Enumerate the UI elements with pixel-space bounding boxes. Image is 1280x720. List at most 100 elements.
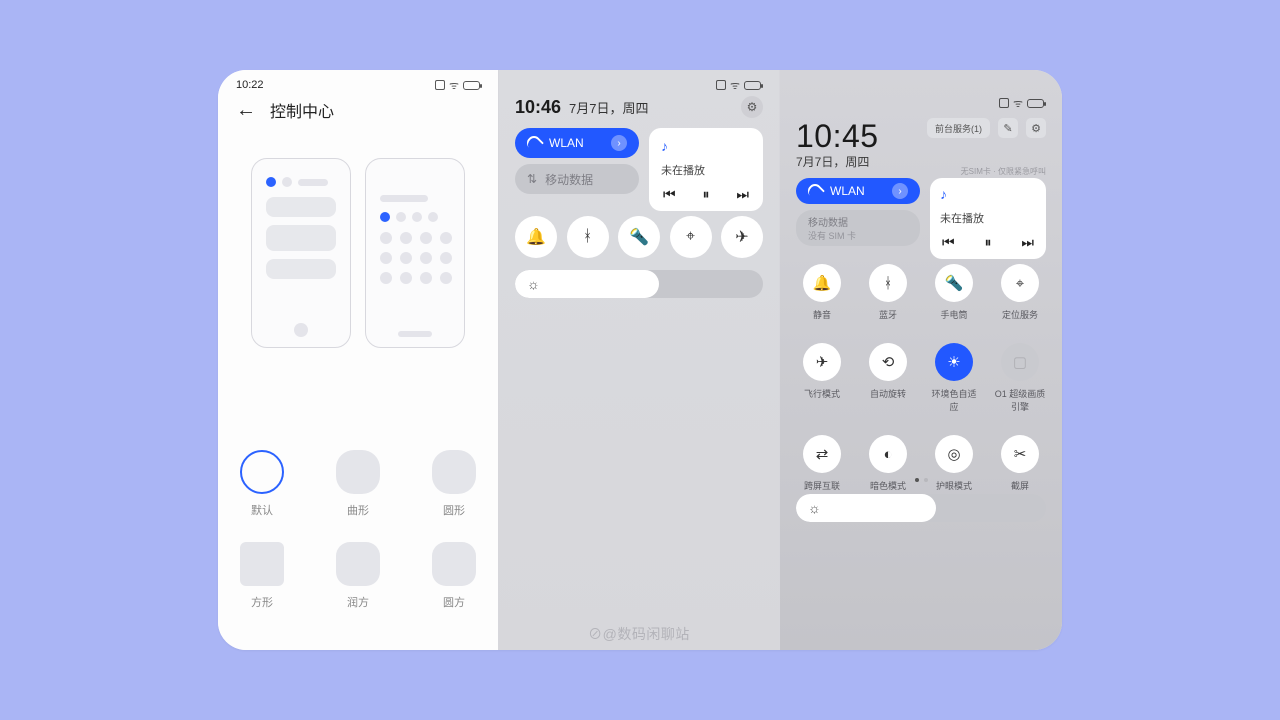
- toggle-icon: ✈: [803, 343, 841, 381]
- toggle-label: 静音: [813, 308, 831, 321]
- cc-time: 10:45: [796, 118, 879, 155]
- toggle-row: 🔔 ᚼ 🔦 ⌖ ✈: [515, 216, 763, 258]
- edit-icon[interactable]: ✎: [998, 118, 1018, 138]
- status-bar: ᯤ: [780, 94, 1062, 112]
- toggle-label: O1 超级画质引擎: [994, 387, 1046, 413]
- toggle-grid: 🔔 静音 ᚼ 蓝牙 🔦 手电筒 ⌖ 定位服务 ✈ 飞行模式 ⟲ 自动旋转 ☀ 环境色自适应 ▢ O1 超级画质…: [796, 264, 1046, 492]
- status-bar: ᯤ: [499, 76, 779, 94]
- toggle-label: 蓝牙: [879, 308, 897, 321]
- wifi-icon: [527, 136, 541, 150]
- prev-track-icon[interactable]: ⏮: [663, 186, 676, 203]
- toggle-item[interactable]: 🔦 手电筒: [928, 264, 980, 321]
- toggle-icon: 🔔: [803, 264, 841, 302]
- wlan-toggle[interactable]: WLAN ›: [796, 178, 920, 204]
- toggle-icon: ☀: [935, 343, 973, 381]
- toggle-item[interactable]: ✂截屏: [994, 435, 1046, 492]
- shape-option-circle[interactable]: 圆形: [419, 450, 489, 518]
- cc-time: 10:46: [515, 97, 561, 118]
- wifi-icon: ᯤ: [449, 78, 459, 93]
- shape-option-default[interactable]: 默认: [227, 450, 297, 518]
- screenshot-card: 10:22 ᯤ ← 控制中心: [218, 70, 1062, 650]
- toggle-icon: 🔦: [935, 264, 973, 302]
- toggle-airplane[interactable]: ✈: [721, 216, 763, 258]
- toggle-item[interactable]: ⌖ 定位服务: [994, 264, 1046, 321]
- quick-settings-row: WLAN › 移动数据 没有 SIM 卡 ♪ 未在播放 ⏮ ⏸ ⏭: [796, 178, 1046, 259]
- brightness-slider[interactable]: ☼: [796, 494, 1046, 522]
- toggle-label: 手电筒: [940, 308, 967, 321]
- pause-icon[interactable]: ⏸: [985, 234, 992, 251]
- music-icon: ♪: [940, 186, 1036, 202]
- toggle-item[interactable]: ᚼ 蓝牙: [862, 264, 914, 321]
- settings-icon[interactable]: ⚙: [741, 96, 763, 118]
- cc-date: 7月7日，周四: [569, 98, 648, 117]
- shape-option-squircle[interactable]: 圆方: [419, 542, 489, 610]
- toggle-icon: ⌖: [1001, 264, 1039, 302]
- panel-control-center-settings: 10:22 ᯤ ← 控制中心: [218, 70, 498, 650]
- toggle-icon: ⟲: [869, 343, 907, 381]
- shape-option-curve[interactable]: 曲形: [323, 450, 393, 518]
- toggle-item[interactable]: 🔔 静音: [796, 264, 848, 321]
- toggle-item[interactable]: ✈ 飞行模式: [796, 343, 848, 413]
- wifi-icon: ᯤ: [730, 78, 740, 93]
- prev-track-icon[interactable]: ⏮: [942, 234, 955, 251]
- foreground-chip[interactable]: 前台服务(1): [927, 118, 990, 138]
- sim-status: 无SIM卡 · 仅限紧急呼叫: [961, 166, 1046, 177]
- back-icon[interactable]: ←: [236, 100, 256, 120]
- nfc-icon: [435, 80, 445, 90]
- media-status: 未在播放: [940, 210, 1036, 226]
- next-track-icon[interactable]: ⏭: [736, 186, 749, 203]
- media-card[interactable]: ♪ 未在播放 ⏮ ⏸ ⏭: [649, 128, 763, 211]
- battery-icon: [1027, 99, 1044, 108]
- status-bar: 10:22 ᯤ: [218, 76, 498, 94]
- settings-icon[interactable]: ⚙: [1026, 118, 1046, 138]
- toggle-silent[interactable]: 🔔: [515, 216, 557, 258]
- media-status: 未在播放: [661, 162, 751, 178]
- cc-header: 10:45 7月7日，周四 前台服务(1) ✎ ⚙: [796, 118, 1046, 170]
- battery-icon: [463, 81, 480, 90]
- toggle-icon: ᚼ: [869, 264, 907, 302]
- toggle-item[interactable]: ⟲ 自动旋转: [862, 343, 914, 413]
- toggle-icon: ✂: [1001, 435, 1039, 473]
- toggle-bluetooth[interactable]: ᚼ: [567, 216, 609, 258]
- brightness-slider[interactable]: ☼: [515, 270, 763, 298]
- preview-card-style[interactable]: [251, 158, 351, 348]
- page-dots: [780, 478, 1062, 482]
- toggle-item[interactable]: ⇄跨屏互联: [796, 435, 848, 492]
- media-card[interactable]: ♪ 未在播放 ⏮ ⏸ ⏭: [930, 178, 1046, 259]
- shape-option-square[interactable]: 方形: [227, 542, 297, 610]
- music-icon: ♪: [661, 138, 751, 154]
- page-title: 控制中心: [270, 98, 334, 122]
- next-track-icon[interactable]: ⏭: [1021, 234, 1034, 251]
- status-time: 10:22: [236, 79, 264, 91]
- chevron-right-icon[interactable]: ›: [611, 135, 627, 151]
- quick-settings-row: WLAN › ⇅ 移动数据 ♪ 未在播放 ⏮ ⏸ ⏭: [515, 128, 763, 211]
- mobile-data-toggle[interactable]: 移动数据 没有 SIM 卡: [796, 210, 920, 246]
- toggle-flashlight[interactable]: 🔦: [618, 216, 660, 258]
- cc-header: 10:46 7月7日，周四 ⚙: [515, 96, 763, 118]
- toggle-label: 飞行模式: [804, 387, 840, 400]
- toggle-item[interactable]: ☀ 环境色自适应: [928, 343, 980, 413]
- toggle-location[interactable]: ⌖: [670, 216, 712, 258]
- toggle-icon: ◎: [935, 435, 973, 473]
- shape-option-smooth[interactable]: 润方: [323, 542, 393, 610]
- toggle-item[interactable]: ◐暗色模式: [862, 435, 914, 492]
- toggle-icon: ▢: [1001, 343, 1039, 381]
- cc-date: 7月7日，周四: [796, 153, 879, 170]
- wifi-icon: ᯤ: [1013, 96, 1023, 111]
- nfc-icon: [999, 98, 1009, 108]
- icon-shape-grid: 默认 曲形 圆形 方形 润方 圆方: [218, 450, 498, 610]
- toggle-icon: ◐: [869, 435, 907, 473]
- mobile-data-toggle[interactable]: ⇅ 移动数据: [515, 164, 639, 194]
- toggle-icon: ⇄: [803, 435, 841, 473]
- wlan-toggle[interactable]: WLAN ›: [515, 128, 639, 158]
- toggle-label: 自动旋转: [870, 387, 906, 400]
- preview-tile-style[interactable]: [365, 158, 465, 348]
- toggle-item[interactable]: ▢ O1 超级画质引擎: [994, 343, 1046, 413]
- wifi-icon: [808, 184, 822, 198]
- toggle-label: 定位服务: [1002, 308, 1038, 321]
- chevron-right-icon[interactable]: ›: [892, 183, 908, 199]
- pause-icon[interactable]: ⏸: [703, 186, 710, 203]
- panel-control-center-expanded: ᯤ 10:45 7月7日，周四 前台服务(1) ✎ ⚙ 无SIM卡 · 仅限紧急…: [780, 70, 1062, 650]
- toggle-label: 环境色自适应: [928, 387, 980, 413]
- toggle-item[interactable]: ◎护眼模式: [928, 435, 980, 492]
